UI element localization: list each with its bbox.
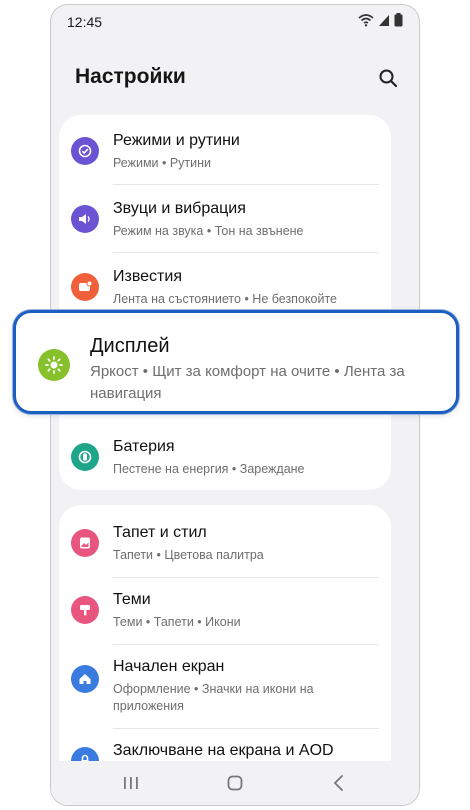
recents-icon	[124, 777, 138, 789]
item-title: Начален екран	[113, 658, 225, 675]
sound-icon	[71, 205, 99, 233]
settings-group-1: Режими и рутини Режими • Рутини Звуци и …	[59, 115, 391, 490]
list-item-modes-routines[interactable]: Режими и рутини Режими • Рутини	[59, 129, 391, 185]
item-subtitle: Оформление • Значки на икони на приложен…	[113, 682, 314, 713]
recents-button[interactable]	[119, 771, 143, 795]
item-subtitle: Пестене на енергия • Зареждане	[113, 462, 305, 476]
item-title: Тапет и стил	[113, 524, 207, 541]
item-title: Звуци и вибрация	[113, 200, 246, 217]
item-title: Теми	[113, 591, 151, 608]
item-subtitle: Тапети • Цветова палитра	[113, 548, 264, 562]
status-time: 12:45	[67, 14, 103, 30]
item-title: Дисплей	[90, 335, 170, 357]
status-icons	[358, 13, 403, 27]
item-subtitle: Лента на състоянието • Не безпокойте	[113, 292, 337, 306]
item-subtitle: Яркост • Щит за комфорт на очите • Лента…	[90, 363, 405, 402]
wifi-icon	[358, 14, 374, 27]
page-title: Настройки	[75, 65, 186, 88]
back-button[interactable]	[327, 771, 351, 795]
divider	[113, 184, 379, 185]
search-icon	[379, 69, 398, 88]
home-icon	[71, 665, 99, 693]
divider	[113, 577, 379, 578]
home-nav-button[interactable]	[223, 771, 247, 795]
list-item-wallpaper[interactable]: Тапет и стил Тапети • Цветова палитра	[59, 521, 391, 577]
divider	[113, 728, 379, 729]
modes-routines-icon	[71, 137, 99, 165]
battery-status-icon	[394, 13, 403, 27]
item-subtitle: Теми • Тапети • Икони	[113, 615, 241, 629]
list-item-sounds[interactable]: Звуци и вибрация Режим на звука • Тон на…	[59, 197, 391, 253]
list-item-display-highlighted[interactable]: Дисплей Яркост • Щит за комфорт на очите…	[13, 310, 459, 414]
item-title: Известия	[113, 268, 182, 285]
wallpaper-icon	[71, 529, 99, 557]
status-bar: 12:45	[51, 5, 419, 37]
list-item-home-screen[interactable]: Начален екран Оформление • Значки на ико…	[59, 655, 391, 721]
navigation-bar	[51, 761, 419, 805]
item-subtitle: Режим на звука • Тон на звънене	[113, 224, 304, 238]
item-title: Заключване на екрана и AOD	[113, 742, 334, 759]
divider	[113, 644, 379, 645]
list-item-battery[interactable]: Батерия Пестене на енергия • Зареждане	[59, 435, 391, 491]
signal-icon	[379, 15, 389, 26]
list-item-themes[interactable]: Теми Теми • Тапети • Икони	[59, 588, 391, 644]
search-button[interactable]	[375, 65, 401, 91]
item-subtitle: Режими • Рутини	[113, 156, 212, 170]
back-icon	[333, 775, 343, 791]
divider	[113, 252, 379, 253]
home-nav-icon	[227, 775, 243, 791]
notifications-icon	[71, 273, 99, 301]
battery-icon	[71, 443, 99, 471]
themes-icon	[71, 596, 99, 624]
display-icon	[38, 349, 70, 381]
item-title: Режими и рутини	[113, 132, 240, 149]
item-title: Батерия	[113, 438, 175, 455]
